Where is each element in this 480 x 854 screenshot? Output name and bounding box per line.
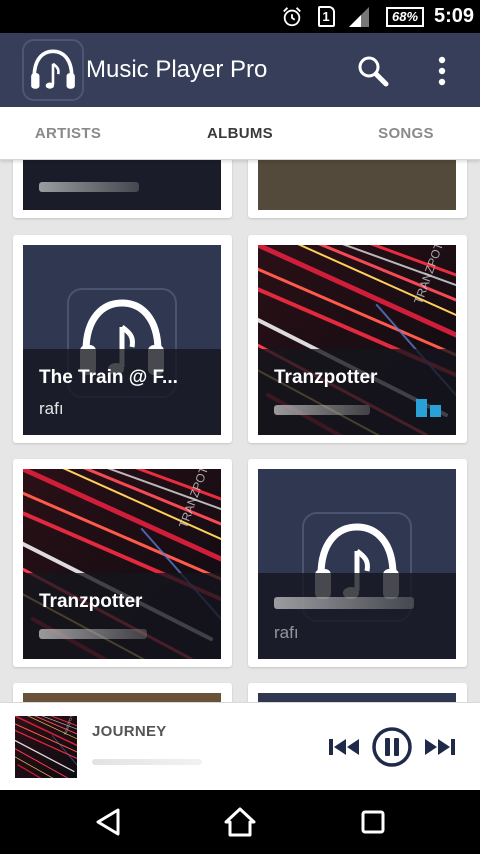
album-artist: rafı xyxy=(274,623,299,642)
next-icon[interactable] xyxy=(422,729,458,765)
album-art: Tranzpotter xyxy=(258,245,456,435)
tab-albums[interactable]: ALBUMS xyxy=(190,107,290,160)
album-artist-redacted xyxy=(39,182,139,192)
signal-icon xyxy=(346,0,370,33)
album-art xyxy=(23,160,221,210)
headphones-logo-icon xyxy=(22,39,84,101)
album-card[interactable]: Tranzpotter xyxy=(13,459,232,667)
album-info: Tranzpotter xyxy=(258,349,456,435)
now-playing-artist-redacted xyxy=(92,759,202,765)
app-title: Music Player Pro xyxy=(86,56,268,83)
alarm-icon xyxy=(279,0,305,33)
album-card[interactable]: rafı xyxy=(248,459,467,667)
album-title: The Train @ F... xyxy=(39,367,178,388)
album-artist-redacted xyxy=(274,405,370,415)
pause-icon[interactable] xyxy=(371,726,413,768)
album-card[interactable] xyxy=(248,683,467,702)
album-artist: rafı xyxy=(39,399,64,418)
now-playing-bar[interactable]: JOURNEY xyxy=(0,702,480,790)
album-card[interactable]: Tranzpotter xyxy=(248,235,467,443)
album-card[interactable] xyxy=(248,160,467,218)
recents-icon[interactable] xyxy=(355,804,391,840)
now-playing-title: JOURNEY xyxy=(92,723,167,740)
album-info: The Train @ F... rafı xyxy=(23,349,221,435)
back-icon[interactable] xyxy=(90,804,126,840)
album-info xyxy=(258,160,456,210)
album-card[interactable] xyxy=(13,160,232,218)
system-nav-bar xyxy=(0,790,480,854)
app-bar: Music Player Pro xyxy=(0,33,480,107)
now-playing-art xyxy=(15,716,77,778)
album-art: The Train @ F... rafı xyxy=(23,245,221,435)
album-art: rafı xyxy=(258,469,456,659)
album-art xyxy=(258,693,456,702)
album-grid: The Train @ F... rafı Tranzpotter Tranzp… xyxy=(0,160,480,702)
album-title: Tranzpotter xyxy=(39,591,143,612)
clock: 5:09 xyxy=(433,5,475,27)
sim-icon: 1 xyxy=(316,0,336,33)
previous-icon[interactable] xyxy=(326,729,362,765)
album-artist-redacted xyxy=(39,629,147,639)
album-title: Tranzpotter xyxy=(274,367,378,388)
album-art xyxy=(258,160,456,210)
battery-label: 68% xyxy=(386,6,424,27)
album-card[interactable] xyxy=(13,683,232,702)
album-art: Tranzpotter xyxy=(23,469,221,659)
album-title-redacted xyxy=(274,597,414,609)
album-info: rafı xyxy=(258,573,456,659)
status-bar: 1 68% 5:09 xyxy=(0,0,480,33)
battery-icon: 68% xyxy=(384,0,426,33)
search-icon[interactable] xyxy=(355,53,391,89)
tab-artists[interactable]: ARTISTS xyxy=(18,107,118,160)
now-playing-bars-icon xyxy=(416,397,442,417)
tab-songs[interactable]: SONGS xyxy=(356,107,456,160)
album-info xyxy=(23,160,221,210)
more-vert-icon[interactable] xyxy=(430,53,454,89)
tab-bar: ARTISTS ALBUMS SONGS xyxy=(0,107,480,160)
album-card[interactable]: The Train @ F... rafı xyxy=(13,235,232,443)
home-icon[interactable] xyxy=(222,804,258,840)
album-info: Tranzpotter xyxy=(23,573,221,659)
sim-slot-label: 1 xyxy=(317,6,335,27)
album-art xyxy=(23,693,221,702)
